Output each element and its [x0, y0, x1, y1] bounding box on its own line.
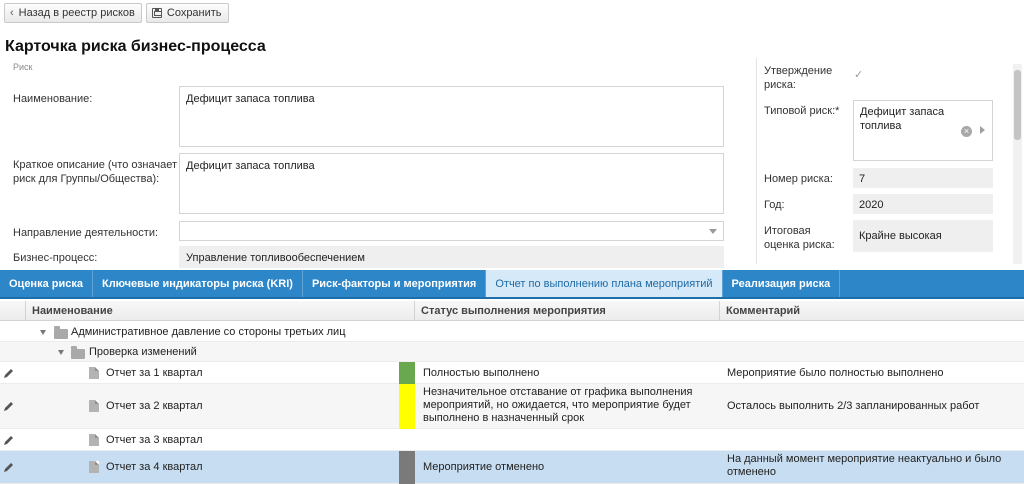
status-color-indicator — [399, 384, 415, 429]
document-icon — [89, 400, 99, 412]
risk-number-field: 7 — [853, 168, 993, 188]
column-header-status[interactable]: Статус выполнения мероприятия — [415, 301, 720, 321]
business-process-label: Бизнес-процесс: — [13, 252, 98, 264]
pencil-icon[interactable] — [3, 367, 15, 379]
year-label: Год: — [764, 199, 785, 211]
chevron-left-icon: ‹ — [10, 7, 14, 19]
row-status: Полностью выполнено — [423, 367, 540, 379]
grid-header: Наименование Статус выполнения мероприят… — [0, 301, 1024, 321]
approval-label: Утверждение риска: — [764, 65, 833, 91]
table-row[interactable]: Отчет за 2 квартал Незначительное отстав… — [0, 384, 1024, 429]
expand-triangle-icon[interactable] — [40, 330, 46, 335]
grid-header-actions — [0, 301, 26, 321]
total-score-field: Крайне высокая — [853, 220, 993, 252]
tab-bar: Оценка риска Ключевые индикаторы риска (… — [0, 270, 1024, 299]
floppy-disk-icon — [151, 8, 162, 18]
report-grid: Наименование Статус выполнения мероприят… — [0, 301, 1024, 484]
short-description-label: Краткое описание (что означает риск для … — [13, 159, 178, 185]
group-row[interactable]: Проверка изменений — [0, 342, 1024, 362]
typical-risk-field[interactable]: Дефицит запаса топлива × — [853, 100, 993, 161]
group-label: Проверка изменений — [89, 346, 197, 358]
dropdown-arrow-icon[interactable] — [709, 229, 717, 234]
group-row[interactable]: Административное давление со стороны тре… — [0, 322, 1024, 342]
short-description-field[interactable]: Дефицит запаса топлива — [179, 153, 724, 214]
tab-risk-realization[interactable]: Реализация риска — [723, 270, 841, 297]
scrollbar-thumb[interactable] — [1014, 70, 1021, 140]
typical-risk-label: Типовой риск:* — [764, 105, 840, 117]
form-scrollbar[interactable] — [1013, 64, 1022, 264]
risk-card-page: ‹ Назад в реестр рисков Сохранить Карточ… — [0, 0, 1024, 484]
status-color-indicator — [399, 362, 415, 384]
toolbar: ‹ Назад в реестр рисков Сохранить — [4, 3, 229, 24]
approval-checkbox[interactable]: ✓ — [854, 70, 865, 81]
row-comment: Осталось выполнить 2/3 запланированных р… — [727, 400, 980, 412]
year-field: 2020 — [853, 194, 993, 214]
activity-direction-label: Направление деятельности: — [13, 227, 159, 239]
arrow-right-icon[interactable] — [980, 126, 985, 134]
pencil-icon[interactable] — [3, 400, 15, 412]
tab-risk-factors[interactable]: Риск-факторы и мероприятия — [303, 270, 487, 297]
table-row[interactable]: Отчет за 1 квартал Полностью выполнено М… — [0, 362, 1024, 384]
save-button[interactable]: Сохранить — [145, 3, 229, 23]
back-to-registry-button[interactable]: ‹ Назад в реестр рисков — [4, 3, 142, 23]
folder-icon — [71, 346, 85, 359]
row-name: Отчет за 4 квартал — [106, 461, 203, 473]
expand-triangle-icon[interactable] — [58, 350, 64, 355]
typical-risk-value: Дефицит запаса топлива — [860, 106, 945, 132]
risk-attributes-panel: Утверждение риска: ✓ Типовой риск:* Дефи… — [756, 58, 1008, 264]
pencil-icon[interactable] — [3, 434, 15, 446]
tab-action-plan-report[interactable]: Отчет по выполнению плана мероприятий — [486, 270, 723, 297]
row-status: Незначительное отставание от графика вып… — [423, 386, 693, 424]
document-icon — [89, 367, 99, 379]
column-header-name[interactable]: Наименование — [26, 301, 415, 321]
row-name: Отчет за 3 квартал — [106, 434, 203, 446]
page-title: Карточка риска бизнес-процесса — [5, 38, 266, 55]
pencil-icon[interactable] — [3, 461, 15, 473]
table-row-selected[interactable]: Отчет за 4 квартал Мероприятие отменено … — [0, 451, 1024, 484]
business-process-field: Управление топливообеспечением — [179, 246, 724, 268]
folder-icon — [54, 326, 68, 339]
row-name: Отчет за 1 квартал — [106, 367, 203, 379]
row-comment: Мероприятие было полностью выполнено — [727, 367, 944, 379]
row-status: Мероприятие отменено — [423, 461, 545, 473]
tab-kri[interactable]: Ключевые индикаторы риска (KRI) — [93, 270, 303, 297]
tab-risk-assessment[interactable]: Оценка риска — [0, 270, 93, 297]
risk-form: Риск Наименование: Дефицит запаса топлив… — [5, 58, 733, 268]
row-name: Отчет за 2 квартал — [106, 400, 203, 412]
save-button-label: Сохранить — [166, 7, 222, 19]
table-row[interactable]: Отчет за 3 квартал — [0, 429, 1024, 451]
row-comment: На данный момент мероприятие неактуально… — [727, 453, 1002, 478]
checkmark-icon: ✓ — [854, 69, 864, 81]
document-icon — [89, 461, 99, 473]
status-color-indicator — [399, 451, 415, 484]
section-label: Риск — [13, 62, 33, 72]
group-label: Административное давление со стороны тре… — [71, 326, 346, 338]
clear-icon[interactable]: × — [961, 126, 972, 137]
document-icon — [89, 434, 99, 446]
name-label: Наименование: — [13, 93, 93, 105]
total-score-label: Итоговая оценка риска: — [764, 225, 835, 251]
back-button-label: Назад в реестр рисков — [18, 7, 135, 19]
name-field[interactable]: Дефицит запаса топлива — [179, 86, 724, 147]
risk-number-label: Номер риска: — [764, 173, 833, 185]
activity-direction-select[interactable] — [179, 221, 724, 241]
column-header-comment[interactable]: Комментарий — [720, 301, 1024, 321]
